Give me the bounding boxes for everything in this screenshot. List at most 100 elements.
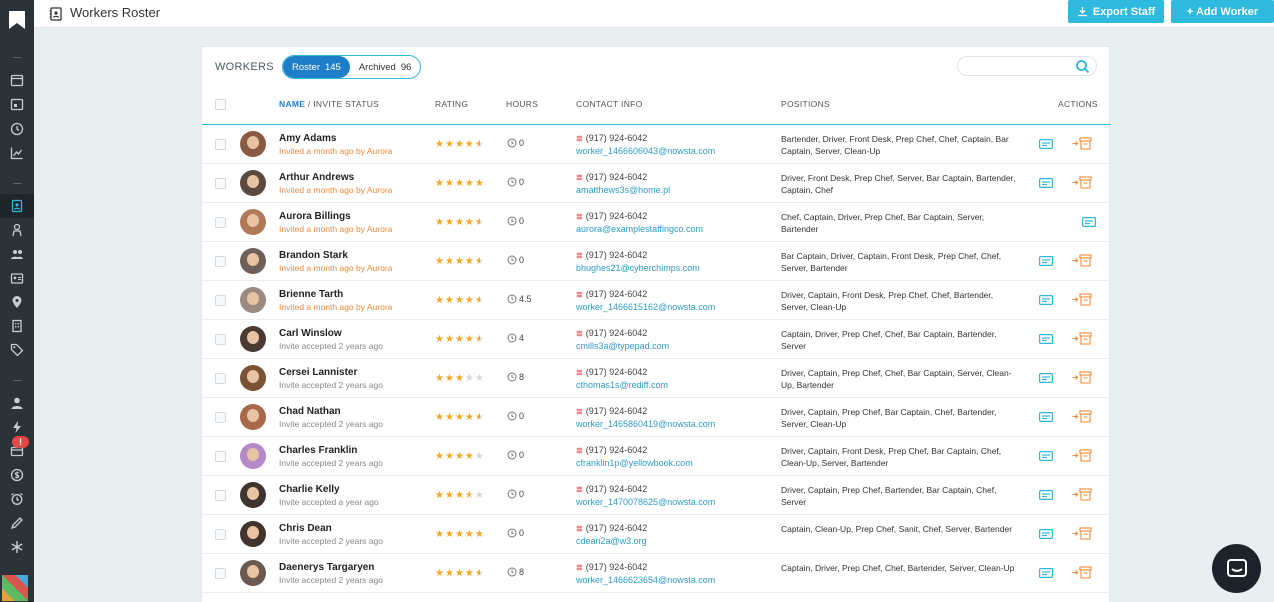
email-link[interactable]: aurora@examplestaffingco.com [576,224,703,234]
worker-name[interactable]: Cersei Lannister [279,367,357,378]
row-checkbox[interactable] [215,334,226,345]
worker-name[interactable]: Amy Adams [279,133,336,144]
dollar-icon[interactable] [7,466,27,484]
email-link[interactable]: worker_1466615162@nowsta.com [576,302,715,312]
avatar[interactable] [240,560,266,586]
row-checkbox[interactable] [215,412,226,423]
worker-name[interactable]: Chris Dean [279,523,332,534]
table-row[interactable]: Charles Franklin Invite accepted 2 years … [202,437,1111,476]
row-checkbox[interactable] [215,568,226,579]
avatar[interactable] [240,287,266,313]
calendar-icon[interactable] [7,71,27,89]
avatar[interactable] [240,443,266,469]
team-icon[interactable] [7,245,27,263]
export-staff-button[interactable]: Export Staff [1068,0,1164,23]
table-row[interactable]: Cersei Lannister Invite accepted 2 years … [202,359,1111,398]
tab-archived[interactable]: Archived 96 [350,56,421,78]
id-card-icon[interactable] [1039,334,1053,344]
archive-icon[interactable] [1072,254,1092,267]
archive-icon[interactable] [1072,566,1092,579]
row-checkbox[interactable] [215,217,226,228]
worker-badge-icon[interactable] [7,221,27,239]
avatar[interactable] [240,326,266,352]
row-checkbox[interactable] [215,178,226,189]
column-name[interactable]: NAME / INVITE STATUS [279,99,379,109]
row-checkbox[interactable] [215,529,226,540]
location-pin-icon[interactable] [7,293,27,311]
row-checkbox[interactable] [215,490,226,501]
id-card-icon[interactable] [7,269,27,287]
worker-name[interactable]: Brandon Stark [279,250,348,261]
worker-name[interactable]: Arthur Andrews [279,172,354,183]
id-card-icon[interactable] [1039,490,1053,500]
table-row[interactable]: Brienne Tarth Invited a month ago by Auro… [202,281,1111,320]
email-link[interactable]: amatthews3s@home.pl [576,185,670,195]
tab-roster[interactable]: Roster 145 [283,56,350,78]
avatar[interactable] [240,365,266,391]
row-checkbox[interactable] [215,373,226,384]
id-card-icon[interactable] [1039,139,1053,149]
id-card-icon[interactable] [1039,412,1053,422]
worker-name[interactable]: Daenerys Targaryen [279,562,374,573]
id-card-icon[interactable] [1039,178,1053,188]
avatar[interactable] [240,131,266,157]
archive-icon[interactable] [1072,410,1092,423]
id-card-icon[interactable] [1039,451,1053,461]
archive-icon[interactable] [1072,488,1092,501]
worker-name[interactable]: Charles Franklin [279,445,357,456]
archive-icon[interactable] [1072,332,1092,345]
clock-icon[interactable] [7,120,27,138]
row-checkbox[interactable] [215,139,226,150]
table-row[interactable]: Amy Adams Invited a month ago by Aurora ★★… [202,125,1111,164]
email-link[interactable]: cdean2a@w3.org [576,536,647,546]
archive-icon[interactable] [1072,137,1092,150]
avatar[interactable] [240,209,266,235]
worker-name[interactable]: Brienne Tarth [279,289,343,300]
avatar[interactable] [240,248,266,274]
column-rating[interactable]: RATING [435,99,468,109]
row-checkbox[interactable] [215,256,226,267]
archive-icon[interactable] [1072,371,1092,384]
chat-widget-button[interactable] [1212,544,1261,593]
id-card-icon[interactable] [1039,529,1053,539]
email-link[interactable]: worker_1465860419@nowsta.com [576,419,715,429]
avatar[interactable] [240,482,266,508]
table-row[interactable]: Charlie Kelly Invite accepted a year ago ★… [202,476,1111,515]
row-checkbox[interactable] [215,451,226,462]
app-logo-icon[interactable] [5,8,29,32]
table-row[interactable]: Brandon Stark Invited a month ago by Auro… [202,242,1111,281]
table-row[interactable]: Daenerys Targaryen Invite accepted 2 year… [202,554,1111,593]
select-all-checkbox[interactable] [215,99,226,110]
schedule-icon[interactable] [7,95,27,113]
avatar[interactable] [240,521,266,547]
row-checkbox[interactable] [215,295,226,306]
id-card-icon[interactable] [1082,217,1096,227]
archive-icon[interactable] [1072,293,1092,306]
table-row[interactable]: Carl Winslow Invite accepted 2 years ago ★… [202,320,1111,359]
email-link[interactable]: worker_1470078625@nowsta.com [576,497,715,507]
user-icon[interactable] [7,394,27,412]
archive-icon[interactable] [1072,176,1092,189]
worker-name[interactable]: Carl Winslow [279,328,342,339]
alarm-icon[interactable] [7,490,27,508]
tag-icon[interactable] [7,341,27,359]
chart-icon[interactable] [7,144,27,162]
archive-icon[interactable] [1072,527,1092,540]
table-row[interactable]: Arthur Andrews Invited a month ago by Aur… [202,164,1111,203]
snowflake-icon[interactable] [7,538,27,556]
add-worker-button[interactable]: + Add Worker [1171,0,1274,23]
worker-name[interactable]: Aurora Billings [279,211,351,222]
lightning-icon[interactable] [7,418,27,436]
roster-icon[interactable] [7,197,27,215]
email-link[interactable]: worker_1466606043@nowsta.com [576,146,715,156]
search-input[interactable] [957,56,1097,76]
email-link[interactable]: cmills3a@typepad.com [576,341,669,351]
worker-name[interactable]: Chad Nathan [279,406,341,417]
building-icon[interactable] [7,317,27,335]
table-row[interactable]: Aurora Billings Invited a month ago by Au… [202,203,1111,242]
email-link[interactable]: bhughes21@cyberchimps.com [576,263,700,273]
email-link[interactable]: cthomas1s@rediff.com [576,380,668,390]
id-card-icon[interactable] [1039,373,1053,383]
id-card-icon[interactable] [1039,295,1053,305]
email-link[interactable]: worker_1466623654@nowsta.com [576,575,715,585]
